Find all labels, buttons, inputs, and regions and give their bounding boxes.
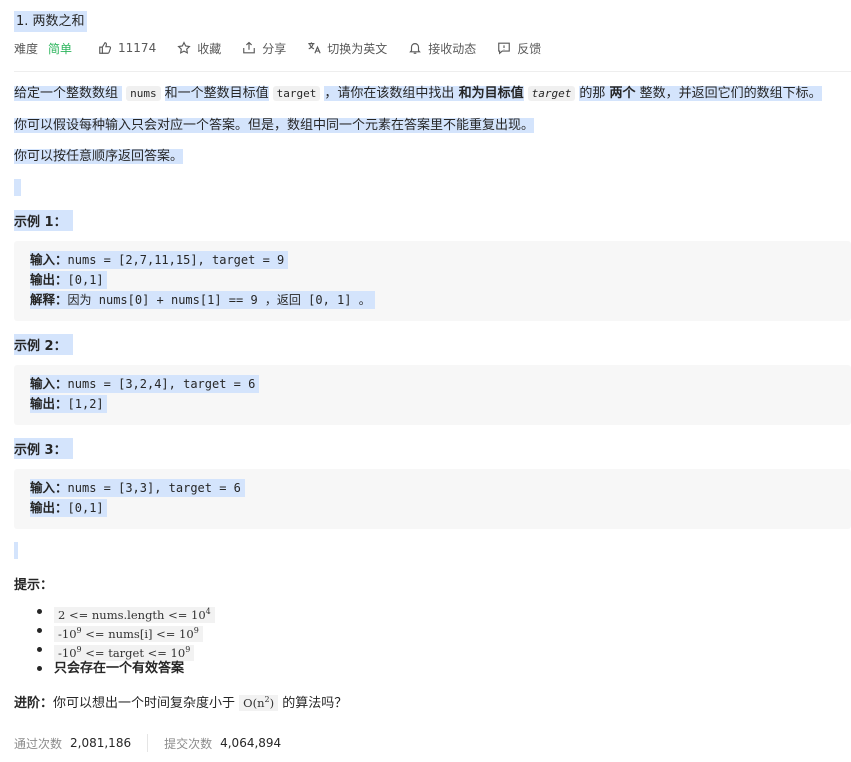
translate-button[interactable]: 切换为英文 (307, 40, 387, 57)
output-value: [0,1] (67, 273, 104, 287)
star-icon (177, 41, 191, 54)
advanced-note: 进阶：你可以想出一个时间复杂度小于 O(n2) 的算法吗？ (14, 692, 347, 711)
selection-mark (14, 179, 21, 196)
example-code-block: 输入：nums = [2,7,11,15], target = 9 输出：[0,… (14, 241, 851, 321)
advanced-label: 进阶： (14, 696, 54, 711)
favorite-button[interactable]: 收藏 (177, 40, 221, 57)
bell-icon (409, 43, 422, 54)
desc-bold: 两个 (609, 86, 636, 101)
problem-title-row: 1. 两数之和 (14, 10, 87, 32)
example-output-line: 输出：[0,1] (30, 499, 108, 517)
inline-code-target-italic: target (527, 86, 576, 101)
description-paragraph-2: 你可以假设每种输入只会对应一个答案。但是，数组中同一个元素在答案里不能重复出现。 (14, 117, 535, 135)
translate-label: 切换为英文 (327, 41, 388, 56)
inline-code-target: target (272, 86, 321, 101)
desc-text: 给定一个整数数组 (14, 86, 119, 101)
output-value: [0,1] (67, 501, 104, 515)
constraint-item: 只会存在一个有效答案 (14, 659, 215, 678)
subscribe-button[interactable]: 接收动态 (408, 40, 476, 57)
example-input-line: 输入：nums = [3,2,4], target = 6 (30, 375, 260, 393)
complexity-code: O(n2) (239, 695, 279, 711)
input-value: nums = [3,2,4], target = 6 (67, 377, 256, 391)
inline-code-nums: nums (126, 86, 161, 101)
example-explain-line: 解释：因为 nums[0] + nums[1] == 9 ，返回 [0, 1] … (30, 291, 375, 309)
problem-meta-bar: 难度 简单 11174 收藏 分享 切换为英文 接收动态 反馈 (14, 38, 562, 58)
submissions-label: 提交次数 (164, 736, 213, 751)
explain-label: 解释： (30, 292, 68, 307)
like-count: 11174 (118, 41, 157, 55)
example-input-line: 输入：nums = [3,3], target = 6 (30, 479, 245, 497)
stats-divider (147, 734, 149, 752)
example-output-line: 输出：[1,2] (30, 395, 108, 413)
hints-title: 提示： (14, 578, 54, 593)
output-label: 输出： (30, 396, 68, 411)
input-label: 输入： (30, 480, 68, 495)
output-label: 输出： (30, 500, 68, 515)
constraint-item: -109 <= target <= 109 (14, 640, 215, 661)
thumbs-up-icon (99, 42, 112, 54)
example-code-block: 输入：nums = [3,2,4], target = 6 输出：[1,2] (14, 365, 851, 425)
subscribe-label: 接收动态 (428, 41, 477, 56)
problem-title: 1. 两数之和 (14, 11, 87, 32)
accepted-count: 2,081,186 (70, 736, 132, 750)
share-icon (243, 41, 256, 54)
constraint-item: -109 <= nums[i] <= 109 (14, 621, 215, 642)
feedback-button[interactable]: 反馈 (497, 40, 541, 57)
example-input-line: 输入：nums = [2,7,11,15], target = 9 (30, 251, 289, 269)
example-title: 示例 1： (14, 210, 73, 231)
input-label: 输入： (30, 376, 68, 391)
constraint-text: 只会存在一个有效答案 (54, 661, 185, 676)
selection-mark (14, 542, 18, 559)
constraint-item: 2 <= nums.length <= 104 (14, 602, 215, 623)
explain-value: 因为 nums[0] + nums[1] == 9 ，返回 [0, 1] 。 (67, 293, 371, 307)
output-value: [1,2] (67, 397, 104, 411)
desc-text: 的那 (579, 86, 606, 101)
feedback-icon (498, 42, 511, 55)
desc-text: 和一个整数目标值 (164, 86, 269, 101)
desc-text: 你可以假设每种输入只会对应一个答案。但是，数组中同一个元素在答案里不能重复出现。 (14, 118, 535, 133)
input-value: nums = [3,3], target = 6 (67, 481, 241, 495)
feedback-label: 反馈 (517, 41, 542, 56)
description-paragraph-1: 给定一个整数数组 nums 和一个整数目标值 target ，请你在该数组中找出 和为… (14, 85, 822, 103)
header-divider (14, 71, 851, 72)
desc-text: 你可以按任意顺序返回答案。 (14, 149, 184, 164)
example-output-line: 输出：[0,1] (30, 271, 108, 289)
desc-bold: 和为目标值 (458, 86, 524, 101)
description-paragraph-3: 你可以按任意顺序返回答案。 (14, 148, 184, 166)
desc-text: 整数，并返回它们的数组下标。 (639, 86, 822, 101)
share-button[interactable]: 分享 (242, 40, 286, 57)
example-code-block: 输入：nums = [3,3], target = 6 输出：[0,1] (14, 469, 851, 529)
constraints-list: 2 <= nums.length <= 104 -109 <= nums[i] … (14, 602, 215, 678)
difficulty-value: 简单 (48, 41, 73, 56)
difficulty-label: 难度 (14, 41, 39, 56)
output-label: 输出： (30, 272, 68, 287)
share-label: 分享 (262, 41, 287, 56)
like-button[interactable]: 11174 (98, 41, 156, 55)
input-label: 输入： (30, 252, 68, 267)
accepted-label: 通过次数 (14, 736, 63, 751)
desc-text: ，请你在该数组中找出 (324, 86, 455, 101)
example-title: 示例 3： (14, 438, 73, 459)
submission-stats: 通过次数 2,081,186 提交次数 4,064,894 (14, 734, 281, 752)
advanced-text: 的算法吗？ (282, 696, 348, 711)
example-title: 示例 2： (14, 334, 73, 355)
translate-icon (308, 42, 321, 54)
advanced-text: 你可以想出一个时间复杂度小于 (53, 696, 236, 711)
input-value: nums = [2,7,11,15], target = 9 (67, 253, 285, 267)
submissions-count: 4,064,894 (220, 736, 282, 750)
favorite-label: 收藏 (197, 41, 222, 56)
